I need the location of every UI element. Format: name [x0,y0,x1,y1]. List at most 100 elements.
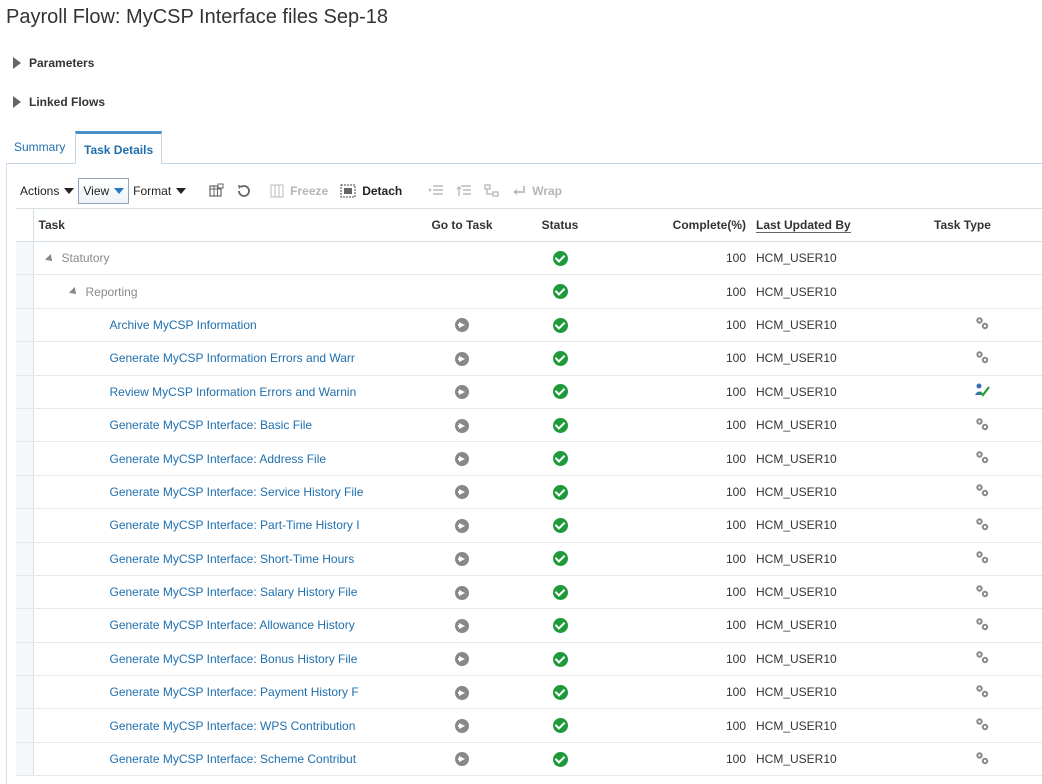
go-to-task-arrow-icon[interactable] [455,552,469,567]
go-to-task-arrow-icon[interactable] [455,719,469,734]
task-cell: Generate MyCSP Interface: WPS Contributi… [33,708,398,743]
go-to-task-arrow-icon[interactable] [455,351,469,366]
last-updated-by-cell: HCM_USER10 [754,608,934,643]
go-to-task-arrow-icon[interactable] [455,518,469,533]
table-row[interactable]: Review MyCSP Information Errors and Warn… [16,375,1042,409]
column-header-go-to-task[interactable]: Go to Task [398,208,526,242]
outdent-icon[interactable] [456,184,472,198]
parameters-section-toggle[interactable]: Parameters [13,56,94,70]
go-to-task-arrow-icon[interactable] [455,318,469,333]
row-header-cell[interactable] [16,608,34,643]
complete-percent-cell: 100 [594,341,754,376]
row-header-cell[interactable] [16,274,34,309]
collapse-triangle-icon[interactable] [44,254,55,264]
linked-flows-label: Linked Flows [29,95,106,109]
task-link[interactable]: Generate MyCSP Interface: WPS Contributi… [110,719,356,733]
go-to-task-arrow-icon[interactable] [455,752,469,767]
wrap-label: Wrap [532,184,563,198]
go-to-task-arrow-icon[interactable] [455,485,469,500]
task-link[interactable]: Generate MyCSP Interface: Payment Histor… [110,685,359,699]
table-row[interactable]: Generate MyCSP Interface: Bonus History … [16,642,1042,677]
table-row[interactable]: Generate MyCSP Information Errors and Wa… [16,341,1042,376]
column-header-task-type[interactable]: Task Type [934,208,1042,242]
task-link[interactable]: Generate MyCSP Interface: Part-Time Hist… [110,518,360,532]
go-to-task-arrow-icon[interactable] [455,618,469,633]
complete-percent-cell: 100 [594,441,754,476]
table-row[interactable]: Generate MyCSP Interface: Short-Time Hou… [16,542,1042,576]
task-link[interactable]: Generate MyCSP Interface: Salary History… [110,585,358,599]
table-row[interactable]: Generate MyCSP Interface: Address File 1… [16,441,1042,476]
task-link[interactable]: Generate MyCSP Interface: Short-Time Hou… [110,552,355,566]
tab-task-details[interactable]: Task Details [75,131,163,164]
go-to-task-arrow-icon[interactable] [455,652,469,667]
go-to-task-cell [398,475,526,510]
refresh-icon[interactable] [236,183,252,199]
go-to-task-arrow-icon[interactable] [455,685,469,700]
table-row[interactable]: Generate MyCSP Interface: Scheme Contrib… [16,742,1042,777]
row-header-cell[interactable] [16,341,34,376]
go-to-task-arrow-icon[interactable] [455,585,469,600]
table-row[interactable]: Generate MyCSP Interface: Part-Time Hist… [16,508,1042,543]
row-header-cell[interactable] [16,308,34,343]
row-header-cell[interactable] [16,575,34,610]
detach-icon [340,184,356,198]
go-to-task-arrow-icon[interactable] [455,385,469,400]
complete-percent-cell: 100 [594,508,754,543]
task-link[interactable]: Generate MyCSP Interface: Basic File [110,418,313,432]
task-link[interactable]: Generate MyCSP Interface: Service Histor… [110,485,364,499]
task-link[interactable]: Generate MyCSP Interface: Address File [110,452,327,466]
table-row[interactable]: Generate MyCSP Interface: Allowance Hist… [16,608,1042,643]
automated-process-gear-icon [974,449,990,468]
row-header-cell[interactable] [16,542,34,576]
linked-flows-section-toggle[interactable]: Linked Flows [13,95,105,109]
row-header-cell[interactable] [16,441,34,476]
table-row[interactable]: Generate MyCSP Interface: Salary History… [16,575,1042,610]
go-to-task-cell [398,241,526,276]
row-header-cell[interactable] [16,508,34,543]
task-link[interactable]: Generate MyCSP Interface: Bonus History … [110,652,358,666]
row-header-cell[interactable] [16,241,34,276]
hierarchy-icon[interactable] [484,184,500,198]
row-header-cell[interactable] [16,475,34,510]
last-updated-by-cell: HCM_USER10 [754,475,934,510]
wrap-button[interactable]: Wrap [512,184,562,198]
column-header-last-updated-by[interactable]: Last Updated By [754,208,934,242]
row-header-cell[interactable] [16,675,34,710]
task-link[interactable]: Archive MyCSP Information [110,318,257,332]
column-header-task[interactable]: Task [33,208,398,242]
view-menu[interactable]: View [78,178,130,204]
row-header-cell[interactable] [16,408,34,443]
table-row[interactable]: Generate MyCSP Interface: Payment Histor… [16,675,1042,710]
go-to-task-cell [398,608,526,643]
table-row[interactable]: Reporting 100 HCM_USER10 [16,274,1042,309]
table-row[interactable]: Generate MyCSP Interface: Basic File 100… [16,408,1042,443]
column-header-complete[interactable]: Complete(%) [594,208,754,242]
actions-menu[interactable]: Actions [20,184,75,198]
go-to-task-arrow-icon[interactable] [455,451,469,466]
go-to-task-cell [398,508,526,543]
task-link[interactable]: Generate MyCSP Interface: Allowance Hist… [110,618,355,632]
parameters-label: Parameters [29,56,95,70]
complete-percent-cell: 100 [594,308,754,343]
tab-summary[interactable]: Summary [6,131,73,164]
row-header-cell[interactable] [16,642,34,677]
row-header-cell[interactable] [16,708,34,743]
collapse-triangle-icon[interactable] [68,287,79,298]
row-header-cell[interactable] [16,375,34,409]
row-header-cell[interactable] [16,742,34,777]
table-row[interactable]: Archive MyCSP Information 100 HCM_USER10 [16,308,1042,343]
freeze-button[interactable]: Freeze [270,184,328,198]
task-link[interactable]: Generate MyCSP Information Errors and Wa… [110,351,355,365]
table-row[interactable]: Statutory 100 HCM_USER10 [16,241,1042,276]
completed-check-icon [552,551,568,567]
table-row[interactable]: Generate MyCSP Interface: Service Histor… [16,475,1042,510]
query-by-example-icon[interactable] [208,183,224,199]
task-link[interactable]: Generate MyCSP Interface: Scheme Contrib… [110,752,357,766]
go-to-task-arrow-icon[interactable] [455,418,469,433]
task-link[interactable]: Review MyCSP Information Errors and Warn… [110,385,357,399]
format-menu[interactable]: Format [133,184,187,198]
table-row[interactable]: Generate MyCSP Interface: WPS Contributi… [16,708,1042,743]
detach-button[interactable]: Detach [340,184,402,198]
column-header-status[interactable]: Status [526,208,594,242]
indent-icon[interactable] [428,184,444,198]
